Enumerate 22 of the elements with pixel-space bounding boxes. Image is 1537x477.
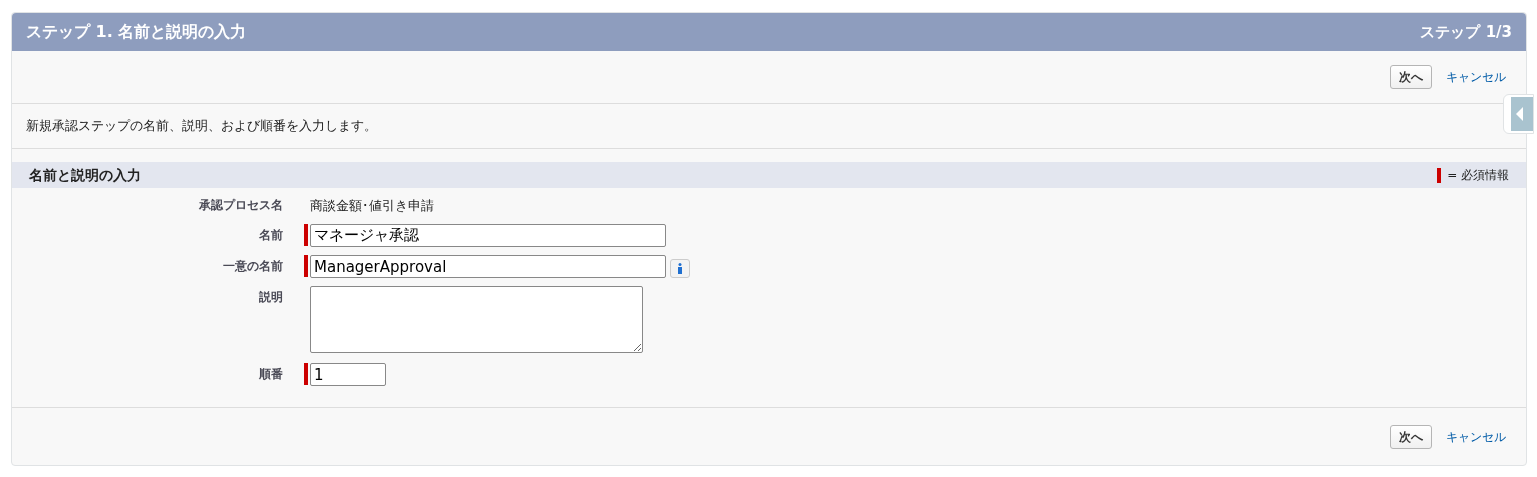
instruction-text: 新規承認ステップの名前、説明、および順番を入力します。: [26, 117, 377, 136]
page-title: ステップ 1. 名前と説明の入力: [26, 21, 247, 43]
cancel-link[interactable]: キャンセル: [1446, 427, 1506, 446]
field-value: 商談金額･値引き申請: [310, 197, 434, 215]
text-input[interactable]: ManagerApproval: [310, 255, 666, 278]
description-textarea[interactable]: [310, 286, 643, 353]
info-icon[interactable]: [670, 259, 690, 278]
order-input[interactable]: 1: [310, 363, 386, 386]
field-label: 一意の名前: [222, 258, 283, 275]
required-marker-icon: [1437, 167, 1442, 183]
cancel-link[interactable]: キャンセル: [1446, 68, 1506, 86]
step-indicator: ステップ 1/3: [1420, 21, 1512, 43]
section-title: 名前と説明の入力: [29, 165, 141, 185]
sidebar-toggle[interactable]: [1503, 94, 1534, 134]
field-label: 承認プロセス名: [198, 197, 283, 214]
field-label: 順番: [258, 366, 283, 383]
next-button[interactable]: 次へ: [1390, 424, 1432, 449]
text-input[interactable]: マネージャ承認: [310, 224, 666, 247]
field-label: 説明: [258, 289, 283, 306]
next-button[interactable]: 次へ: [1390, 65, 1432, 89]
field-label: 名前: [258, 227, 283, 244]
required-legend: = 必須情報: [1447, 166, 1509, 184]
